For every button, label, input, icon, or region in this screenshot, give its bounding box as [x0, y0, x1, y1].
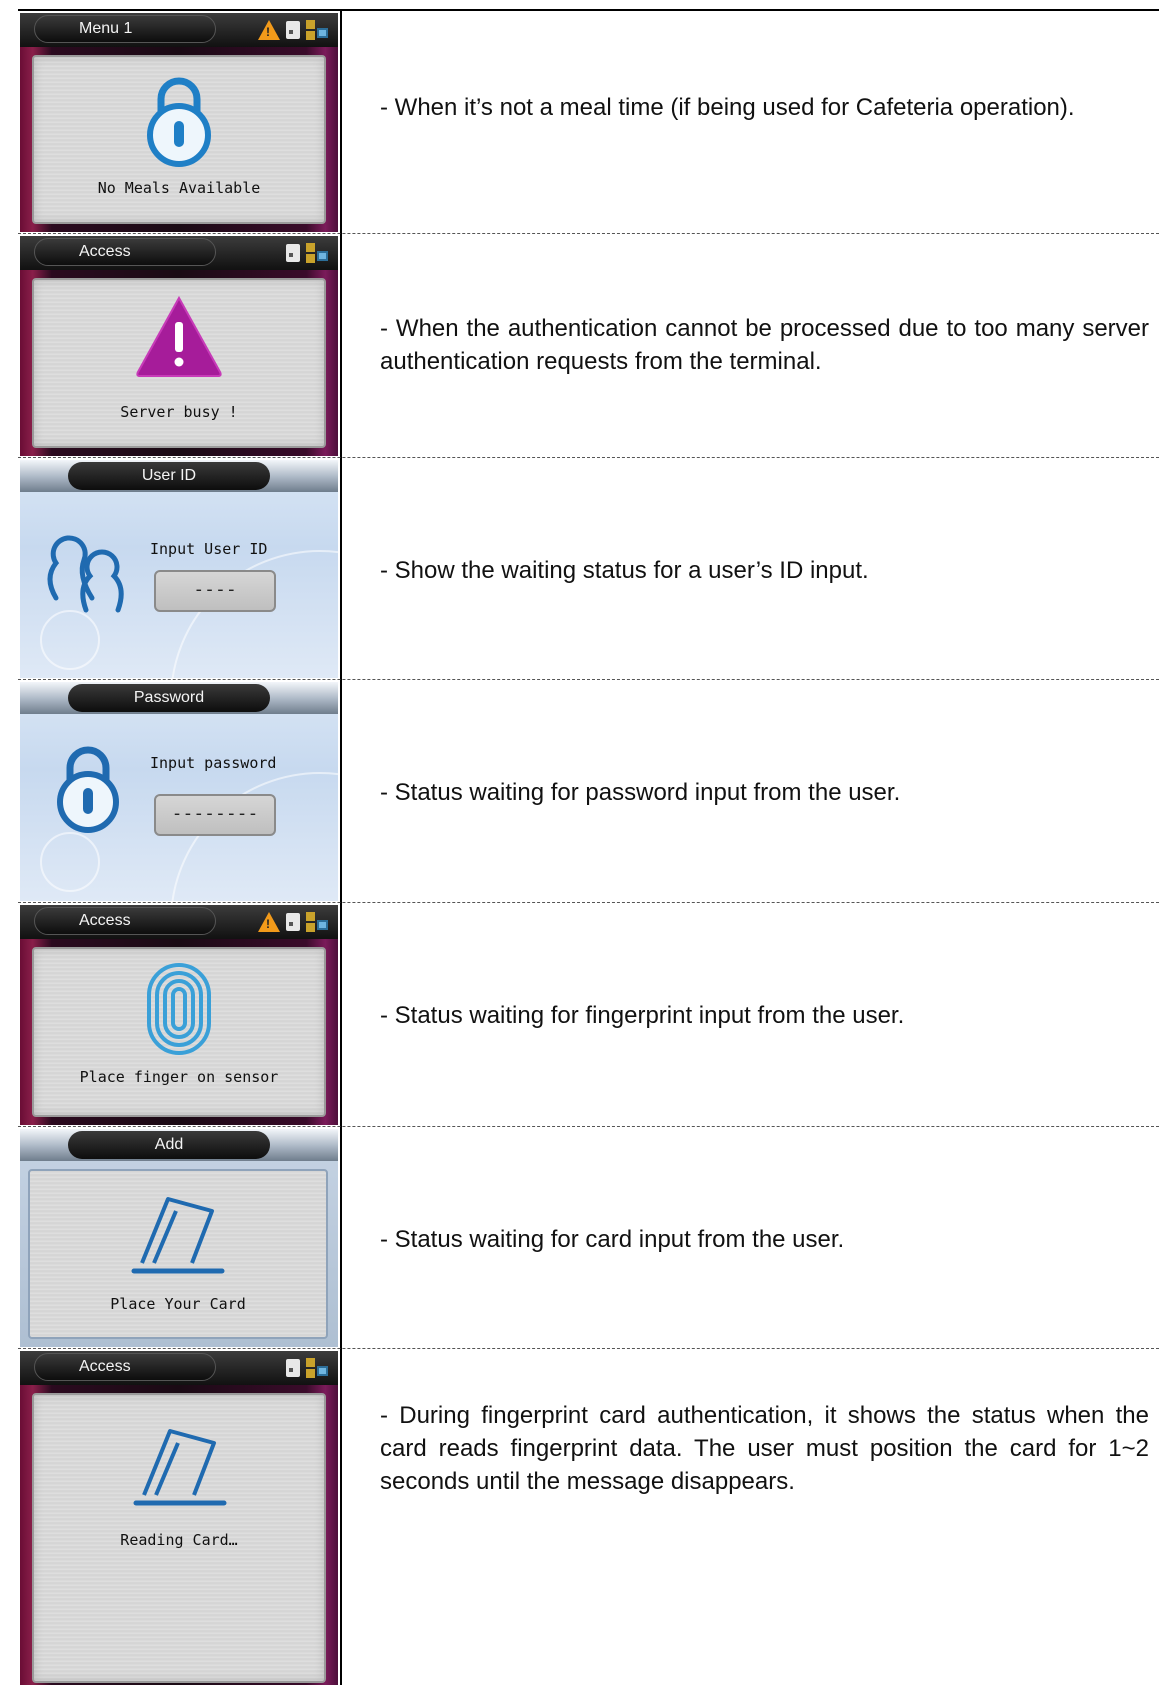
screen-titlebar: Access [20, 236, 338, 270]
screen-titlebar: User ID [20, 460, 338, 492]
screen-message: No Meals Available [97, 179, 261, 197]
sd-card-icon [286, 1359, 300, 1377]
network-icon [306, 1358, 328, 1378]
table-row: Menu 1 ! No Meals Available - When it’s … [18, 11, 1159, 234]
screen-message: Reading Card… [120, 1531, 238, 1549]
row-description: - Status waiting for card input from the… [380, 1226, 845, 1253]
network-icon [306, 912, 328, 932]
screen-titlebar: Password [20, 682, 338, 714]
screen-message: Input User ID [150, 540, 268, 558]
network-icon [306, 243, 328, 263]
table-row: User ID Input User ID ---- - Show the wa… [18, 458, 1159, 680]
row-description: - When it’s not a meal time (if being us… [380, 94, 1075, 121]
screen-titlebar: Access [20, 1351, 338, 1385]
screen-message: Place Your Card [110, 1295, 246, 1313]
screen-message: Server busy ! [120, 403, 238, 421]
sd-card-icon [286, 244, 300, 262]
user-id-field[interactable]: ---- [154, 570, 276, 612]
sd-card-icon [286, 21, 300, 39]
warning-triangle-icon [136, 295, 222, 377]
device-screen: Access ! Place finger on sensor [20, 905, 338, 1125]
table-row: Access ! Place finger on sensor - Status… [18, 903, 1159, 1127]
screen-panel: Place Your Card [28, 1169, 328, 1339]
device-screen: Password Input password -------- [20, 682, 338, 901]
screen-title: Access [34, 1353, 216, 1381]
row-description: - Show the waiting status for a user’s I… [380, 557, 869, 584]
warning-icon: ! [258, 912, 280, 932]
screen-panel: Server busy ! [32, 278, 326, 448]
row-description: - When the authentication cannot be proc… [380, 315, 1149, 375]
sd-card-icon [286, 913, 300, 931]
table-row: Add Place Your Card - Status waiting for… [18, 1127, 1159, 1349]
screen-message: Input password [150, 754, 277, 772]
screen-titlebar: Access ! [20, 905, 338, 939]
table-row: Password Input password -------- - Statu… [18, 680, 1159, 903]
screen-title: User ID [68, 462, 270, 490]
screen-title: Access [34, 907, 216, 935]
table-row: Access Server busy ! - When the authenti… [18, 234, 1159, 458]
card-icon [131, 1197, 225, 1274]
row-description: - Status waiting for password input from… [380, 779, 901, 806]
device-screen: Add Place Your Card [20, 1129, 338, 1347]
screen-panel: No Meals Available [32, 55, 326, 224]
screen-panel: Reading Card… [32, 1393, 326, 1683]
device-screen: Menu 1 ! No Meals Available [20, 13, 338, 232]
screen-title: Add [68, 1131, 270, 1159]
screen-panel: Place finger on sensor [32, 947, 326, 1117]
device-screen: Access Reading Card… [20, 1351, 338, 1685]
lock-icon [57, 746, 119, 833]
password-field[interactable]: -------- [154, 794, 276, 836]
network-icon [306, 20, 328, 40]
screen-title: Password [68, 684, 270, 712]
lock-icon [147, 77, 211, 167]
row-description: - Status waiting for fingerprint input f… [380, 1002, 905, 1029]
screen-title: Menu 1 [34, 15, 216, 43]
screen-message: Place finger on sensor [79, 1068, 279, 1086]
users-icon [47, 535, 124, 613]
warning-icon: ! [258, 20, 280, 40]
device-screen: Access Server busy ! [20, 236, 338, 456]
table-row: Access Reading Card… - During fingerprin… [18, 1349, 1159, 1685]
card-icon [133, 1429, 227, 1506]
screen-titlebar: Menu 1 ! [20, 13, 338, 47]
screen-title: Access [34, 238, 216, 266]
fingerprint-icon [147, 963, 211, 1055]
device-screen: User ID Input User ID ---- [20, 460, 338, 678]
row-description: - During fingerprint card authentication… [380, 1402, 1149, 1495]
screen-titlebar: Add [20, 1129, 338, 1161]
